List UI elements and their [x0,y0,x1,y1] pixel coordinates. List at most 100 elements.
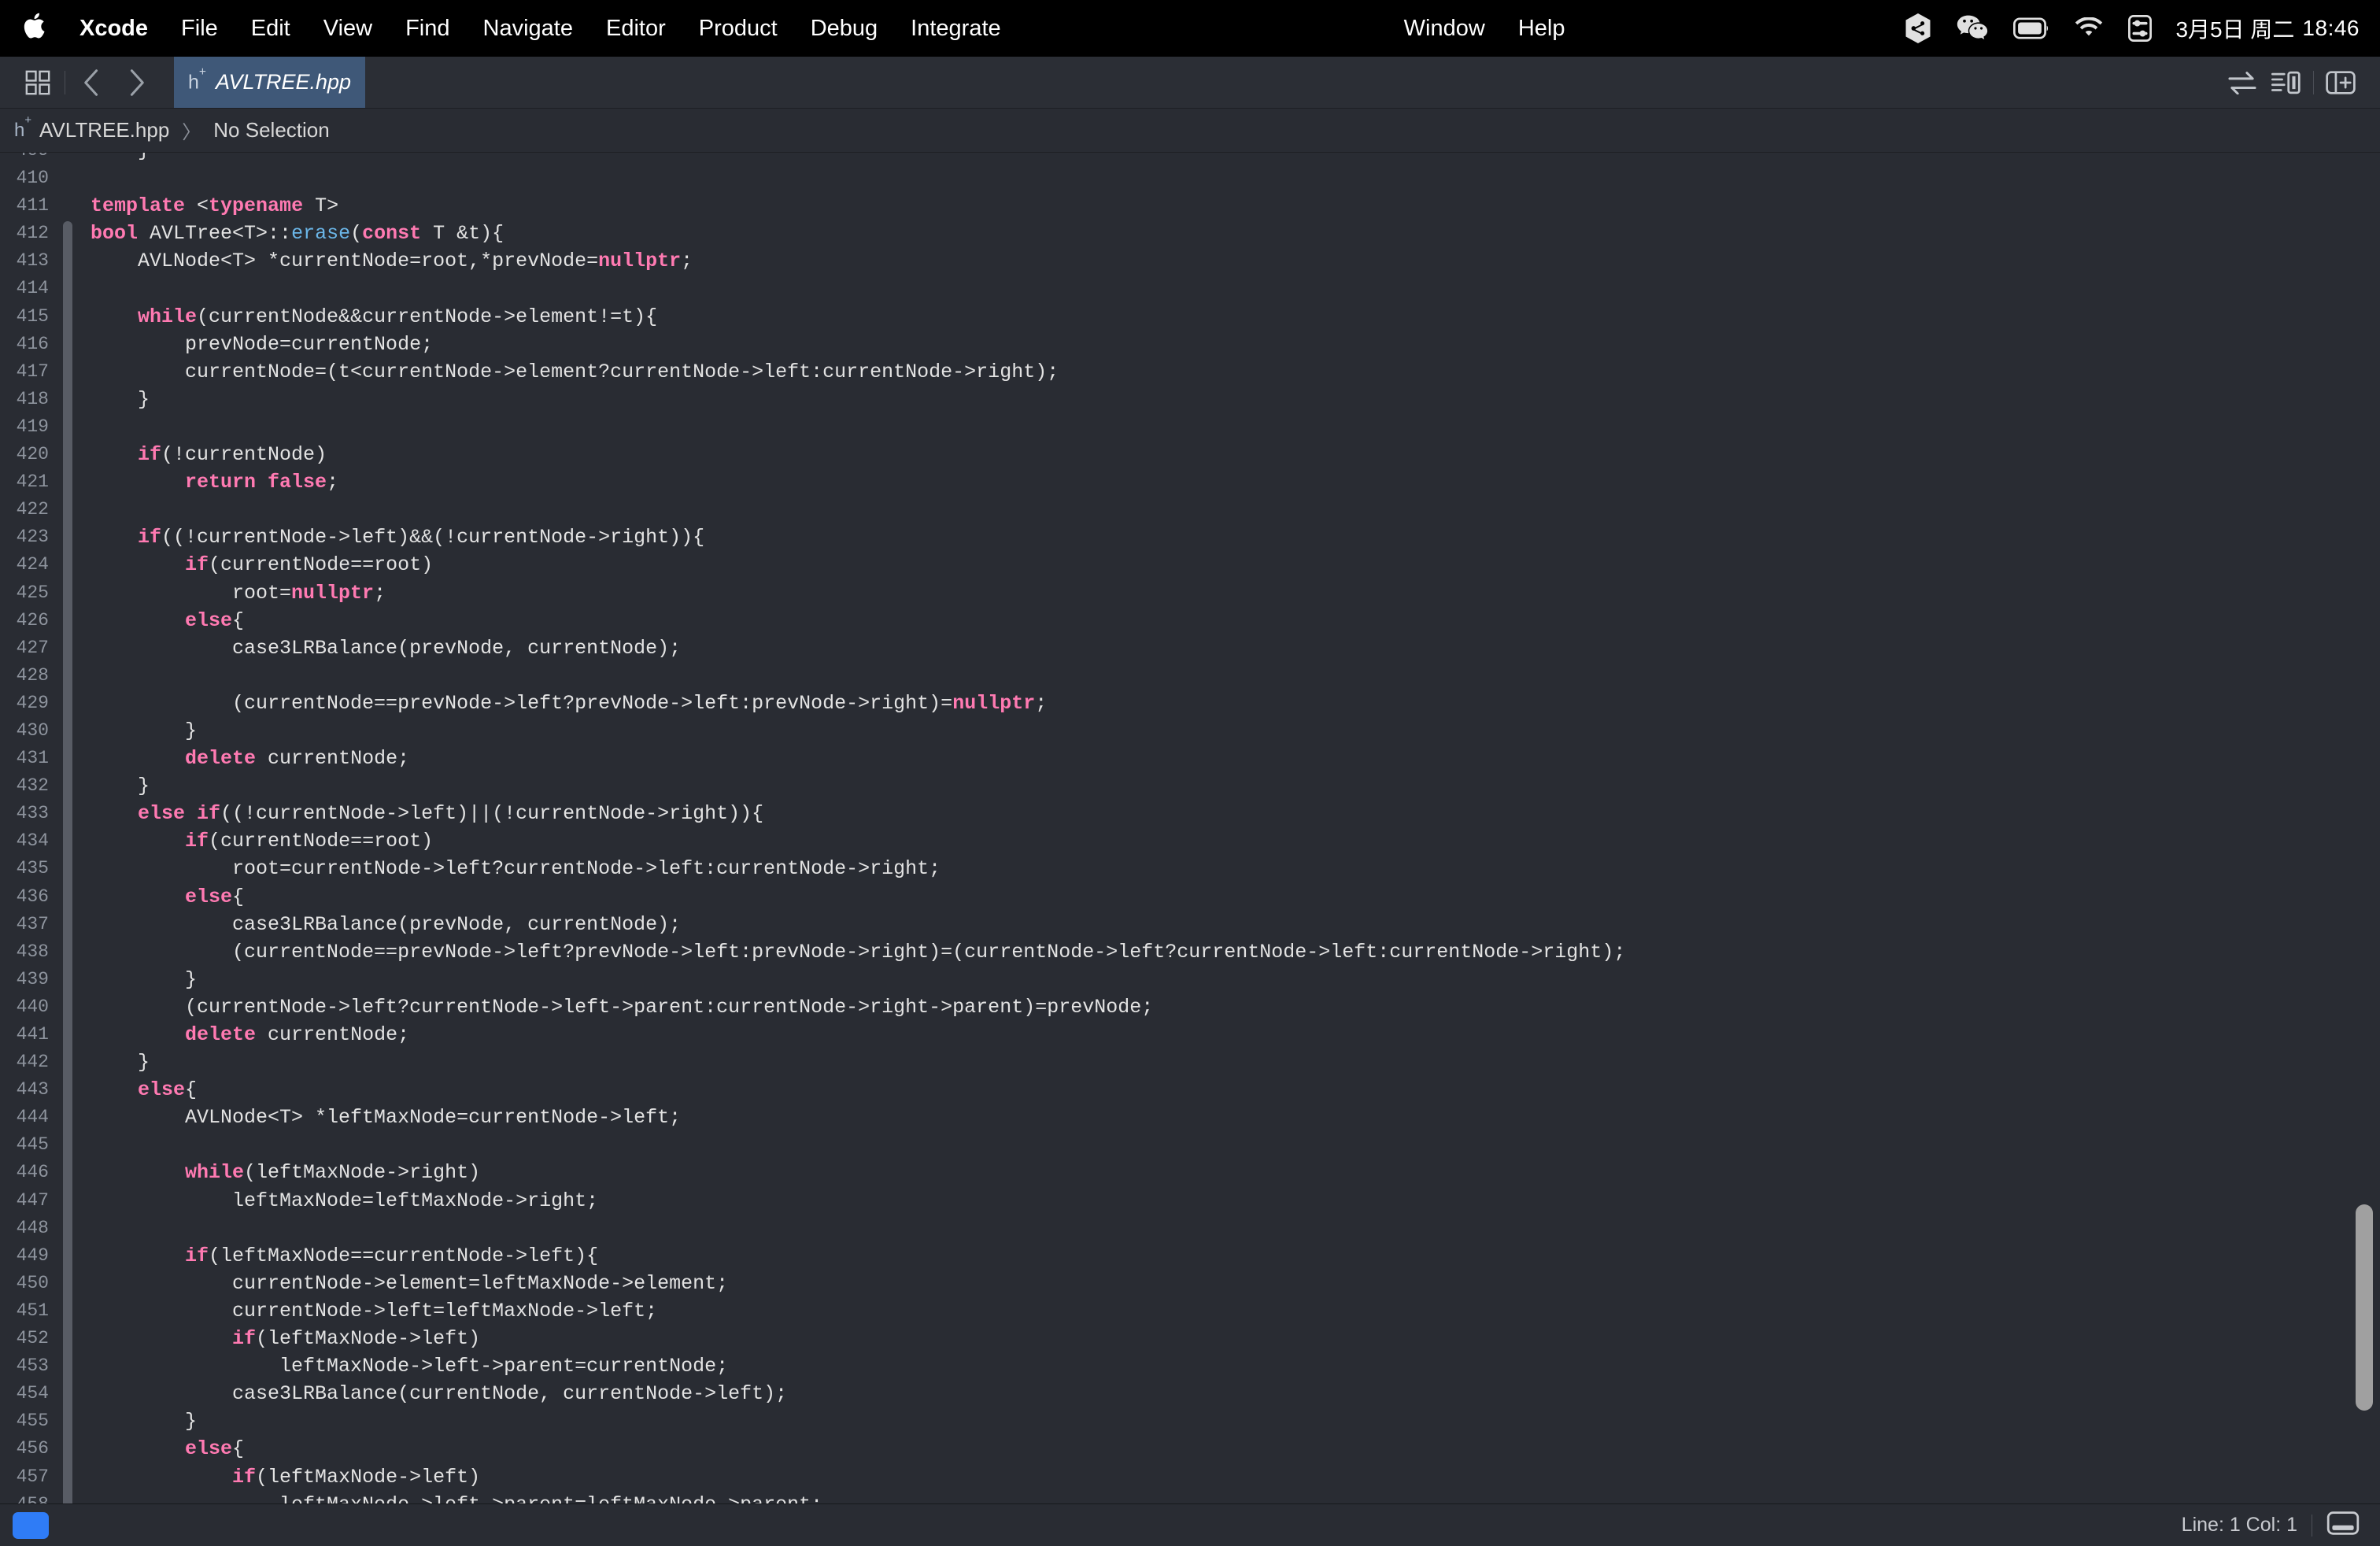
change-indicator-bar[interactable] [57,412,77,442]
code-line[interactable]: 418 } [0,385,2380,414]
code-text[interactable]: if(leftMaxNode->left) [77,1325,480,1352]
code-text[interactable]: if(currentNode==root) [77,827,433,855]
code-text[interactable]: prevNode=currentNode; [77,331,433,358]
menu-item-file[interactable]: File [164,0,235,57]
code-line[interactable]: 416 prevNode=currentNode; [0,330,2380,358]
code-text[interactable]: if((!currentNode->left)&&(!currentNode->… [77,523,704,551]
assistant-editor-icon[interactable] [2264,57,2308,109]
code-text[interactable]: AVLNode<T> *currentNode=root,*prevNode=n… [77,247,693,275]
sourcetree-icon[interactable] [1892,13,1944,43]
menu-bar-clock[interactable]: 18:46 [2294,16,2360,41]
change-indicator-bar[interactable] [57,523,77,552]
code-text[interactable]: currentNode=(t<currentNode->element?curr… [77,358,1059,386]
code-line[interactable]: 413 AVLNode<T> *currentNode=root,*prevNo… [0,247,2380,276]
code-text[interactable]: if(currentNode==root) [77,551,433,579]
code-line[interactable]: 425 root=nullptr; [0,579,2380,607]
chevron-left-icon[interactable] [70,57,114,109]
change-indicator-bar[interactable] [57,192,77,220]
code-text[interactable]: while(leftMaxNode->right) [77,1159,480,1186]
code-line[interactable]: 412 bool AVLTree<T>::erase(const T &t){ [0,220,2380,248]
tab-avltree-hpp[interactable]: h+ AVLTREE.hpp [174,57,366,108]
menu-item-view[interactable]: View [307,0,389,57]
code-line[interactable]: 437 case3LRBalance(prevNode, currentNode… [0,910,2380,938]
code-text[interactable]: } [77,717,197,745]
change-indicator-bar[interactable] [57,468,77,497]
code-line[interactable]: 446 while(leftMaxNode->right) [0,1159,2380,1187]
code-text[interactable]: case3LRBalance(currentNode, currentNode-… [77,1380,787,1407]
code-text[interactable]: } [77,966,197,993]
code-line[interactable]: 450 currentNode->element=leftMaxNode->el… [0,1269,2380,1298]
code-text[interactable]: else{ [77,607,244,634]
apple-logo-icon[interactable] [22,13,63,44]
code-line[interactable]: 421 return false; [0,468,2380,497]
change-indicator-bar[interactable] [57,1104,77,1132]
change-indicator-bar[interactable] [57,1380,77,1408]
change-indicator-bar[interactable] [57,1076,77,1104]
change-indicator-bar[interactable] [57,1352,77,1381]
change-indicator-bar[interactable] [57,1463,77,1491]
change-indicator-bar[interactable] [57,689,77,718]
change-indicator-bar[interactable] [57,855,77,883]
change-indicator-bar[interactable] [57,882,77,911]
code-text[interactable]: else{ [77,883,244,911]
code-text[interactable]: else{ [77,1435,244,1463]
change-indicator-bar[interactable] [57,1269,77,1298]
code-line[interactable]: 444 AVLNode<T> *leftMaxNode=currentNode-… [0,1104,2380,1132]
control-center-icon[interactable] [2116,15,2164,42]
change-indicator-bar[interactable] [57,910,77,938]
change-indicator-bar[interactable] [57,800,77,828]
battery-icon[interactable] [2001,17,2062,40]
change-indicator-bar[interactable] [57,357,77,386]
code-text[interactable]: } [77,1049,150,1076]
code-line[interactable]: 411 template <typename T> [0,192,2380,220]
code-line[interactable]: 454 case3LRBalance(currentNode, currentN… [0,1380,2380,1408]
code-text[interactable]: leftMaxNode->left->parent=currentNode; [77,1352,728,1380]
code-line[interactable]: 457 if(leftMaxNode->left) [0,1463,2380,1491]
change-indicator-bar[interactable] [57,496,77,524]
code-text[interactable]: root=nullptr; [77,579,386,607]
menu-item-navigate[interactable]: Navigate [467,0,589,57]
code-line[interactable]: 447 leftMaxNode=leftMaxNode->right; [0,1186,2380,1215]
change-indicator-bar[interactable] [57,330,77,358]
code-text[interactable]: AVLNode<T> *leftMaxNode=currentNode->lef… [77,1104,681,1131]
code-line[interactable]: 436 else{ [0,882,2380,911]
code-line[interactable]: 452 if(leftMaxNode->left) [0,1325,2380,1353]
change-indicator-bar[interactable] [57,938,77,966]
menu-item-debug[interactable]: Debug [794,0,894,57]
code-text[interactable]: leftMaxNode->left->parent=leftMaxNode->p… [77,1491,822,1503]
code-line[interactable]: 435 root=currentNode->left?currentNode->… [0,855,2380,883]
menu-item-help[interactable]: Help [1502,0,1582,57]
menu-item-xcode[interactable]: Xcode [63,0,164,57]
change-indicator-bar[interactable] [57,1407,77,1436]
code-text[interactable]: } [77,386,150,413]
change-indicator-bar[interactable] [57,1241,77,1270]
change-indicator-bar[interactable] [57,772,77,801]
code-text[interactable]: delete currentNode; [77,745,409,772]
chevron-right-icon[interactable] [114,57,158,109]
code-line[interactable]: 409 } [0,153,2380,165]
code-text[interactable]: case3LRBalance(prevNode, currentNode); [77,634,681,662]
change-indicator-bar[interactable] [57,606,77,634]
code-line[interactable]: 426 else{ [0,606,2380,634]
code-text[interactable]: else{ [77,1076,197,1104]
code-line[interactable]: 458 leftMaxNode->left->parent=leftMaxNod… [0,1490,2380,1503]
change-indicator-bar[interactable] [57,1325,77,1353]
code-line[interactable]: 445 [0,1131,2380,1160]
code-line[interactable]: 423 if((!currentNode->left)&&(!currentNo… [0,523,2380,552]
menu-item-window[interactable]: Window [1388,0,1502,57]
code-text[interactable]: currentNode->element=leftMaxNode->elemen… [77,1270,728,1297]
code-text[interactable]: delete currentNode; [77,1021,409,1049]
code-line[interactable]: 443 else{ [0,1076,2380,1104]
code-line[interactable]: 430 } [0,716,2380,745]
code-line[interactable]: 424 if(currentNode==root) [0,551,2380,579]
menu-item-edit[interactable]: Edit [235,0,307,57]
change-indicator-bar[interactable] [57,827,77,856]
change-indicator-bar[interactable] [57,1214,77,1242]
change-indicator-bar[interactable] [57,302,77,331]
code-line[interactable]: 441 delete currentNode; [0,1021,2380,1049]
breadcrumb-selection[interactable]: No Selection [213,118,329,142]
code-line[interactable]: 449 if(leftMaxNode==currentNode->left){ [0,1241,2380,1270]
change-indicator-bar[interactable] [57,165,77,192]
change-indicator-bar[interactable] [57,993,77,1022]
wechat-icon[interactable] [1944,14,2001,43]
